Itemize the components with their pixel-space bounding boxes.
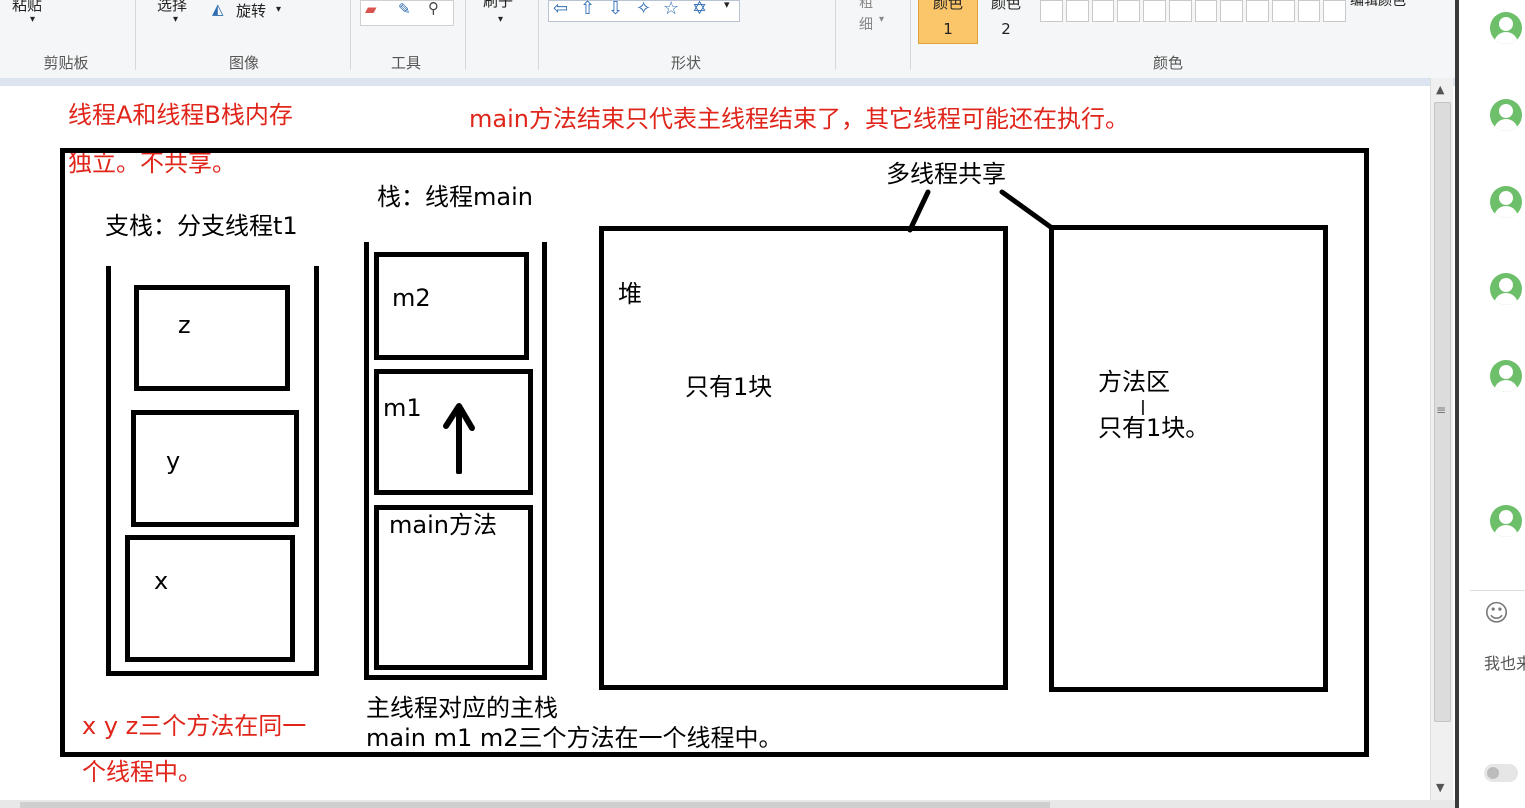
palette-swatch[interactable] [1194,0,1218,22]
rotate-button[interactable]: 旋转 [236,0,266,21]
arrow-left-shape-icon[interactable]: ⇦ [553,0,568,19]
palette-swatch[interactable] [1246,0,1269,22]
edit-colors-button[interactable]: 编辑颜色 [1350,0,1406,10]
palette-swatch[interactable] [1065,0,1089,22]
canvas-border [0,78,1455,86]
color-picker-icon[interactable]: ✎ [398,0,411,18]
frame-main-label: main方法 [389,511,497,539]
group-label-shapes: 形状 [670,54,702,72]
palette-swatch[interactable] [1040,0,1063,22]
horizontal-scrollbar[interactable] [0,800,1455,808]
heap-label: 堆 [618,280,642,308]
method-area-box [1049,225,1328,692]
main-stack-right-wall [542,242,547,680]
group-label-tools: 工具 [390,54,422,72]
scroll-down-arrow-icon[interactable]: ▼ [1436,782,1444,793]
frame-x-label: x [154,567,169,595]
hscroll-thumb[interactable] [20,802,1050,808]
frame-z [134,285,290,391]
frame-y-label: y [166,447,181,475]
brush-button[interactable]: 刷子 [483,0,513,11]
star4-shape-icon[interactable]: ✧ [636,0,651,19]
color2-button[interactable]: 颜色 2 [990,0,1022,42]
main-stack-title: 栈：线程main [377,183,533,211]
frame-m1-label: m1 [383,394,422,422]
text-cursor-icon: I [1140,396,1146,420]
paste-dropdown[interactable]: ▾ [30,14,35,25]
shapes-more-dropdown[interactable]: ▾ [724,0,730,11]
branch-stack-right-wall [314,266,319,676]
avatar[interactable] [1490,360,1522,392]
branch-stack-bottom [106,671,319,676]
group-label-clipboard: 剪贴板 [43,54,89,72]
palette-swatch[interactable] [1271,0,1295,22]
avatar[interactable] [1490,186,1522,218]
frame-x [125,535,295,662]
frame-m2-label: m2 [392,284,431,312]
scroll-grip-icon: ≡ [1436,403,1447,417]
toggle-knob [1487,767,1499,779]
palette-swatch[interactable] [1168,0,1192,22]
chat-input-placeholder[interactable]: 我也来 [1484,656,1525,672]
avatar[interactable] [1490,12,1522,44]
eraser-icon[interactable]: ▰ [365,0,377,18]
note-main-end: main方法结束只代表主线程结束了，其它线程可能还在执行。 [469,105,1129,133]
method-area-label: 方法区 [1098,368,1170,396]
rotate-icon: ◭ [212,0,224,18]
select-button[interactable]: 选择 [157,0,187,15]
star6-shape-icon[interactable]: ✡ [692,0,707,19]
brush-dropdown[interactable]: ▾ [498,14,503,25]
group-label-image: 图像 [228,54,260,72]
method-area-note: 只有1块。 [1098,414,1210,442]
palette-swatch[interactable] [1117,0,1140,22]
scroll-up-arrow-icon[interactable]: ▲ [1436,84,1444,95]
avatar[interactable] [1490,99,1522,131]
main-stack-bottom [364,675,547,680]
magnifier-icon[interactable]: ⚲ [428,0,439,17]
note-main-stack-line1: 主线程对应的主栈 [366,694,558,722]
avatar[interactable] [1490,505,1522,537]
chat-toggle-switch[interactable] [1484,764,1518,782]
note-xyz-line1: x y z三个方法在同一 [82,712,307,740]
palette-swatch[interactable] [1220,0,1243,22]
vertical-scrollbar[interactable]: ▲ ≡ ▼ [1430,78,1453,800]
frame-z-label: z [178,311,191,339]
palette-swatch[interactable] [1297,0,1321,22]
note-main-stack-line2: main m1 m2三个方法在一个线程中。 [366,724,783,752]
outline-button[interactable]: 粗细 [859,0,877,36]
outline-dropdown[interactable]: ▾ [879,14,884,25]
chat-divider [1470,590,1525,591]
select-dropdown[interactable]: ▾ [173,14,178,25]
paste-button[interactable]: 粘贴 [12,0,42,15]
up-arrow-icon [443,403,475,474]
heap-box [599,226,1008,690]
main-stack-left-wall [364,242,369,680]
frame-y [131,410,299,527]
palette-swatch[interactable] [1143,0,1166,22]
arrow-up-shape-icon[interactable]: ⇧ [580,0,595,19]
avatar[interactable] [1490,273,1522,305]
note-xyz-line2: 个线程中。 [82,758,202,786]
palette-swatch[interactable] [1323,0,1346,22]
ribbon-toolbar: 粘贴 ▾ 选择 ▾ ◭ 旋转 ▾ ▰ ✎ ⚲ 刷子 ▾ ⇦ ⇧ ⇩ ✧ ☆ ✡ … [0,0,1455,79]
palette-swatch[interactable] [1091,0,1115,22]
rotate-dropdown[interactable]: ▾ [276,4,281,15]
group-label-colors: 颜色 [1152,54,1184,72]
arrow-down-shape-icon[interactable]: ⇩ [608,0,623,19]
note-threads-line1: 线程A和线程B栈内存 [68,101,293,129]
emoji-icon[interactable]: ☺ [1484,601,1509,625]
star5-shape-icon[interactable]: ☆ [663,0,679,19]
color1-label: 颜色 1 [932,0,963,38]
heap-note: 只有1块 [685,373,773,401]
branch-stack-title: 支栈：分支线程t1 [105,212,298,240]
color-palette [1040,0,1346,22]
branch-stack-left-wall [106,266,111,676]
